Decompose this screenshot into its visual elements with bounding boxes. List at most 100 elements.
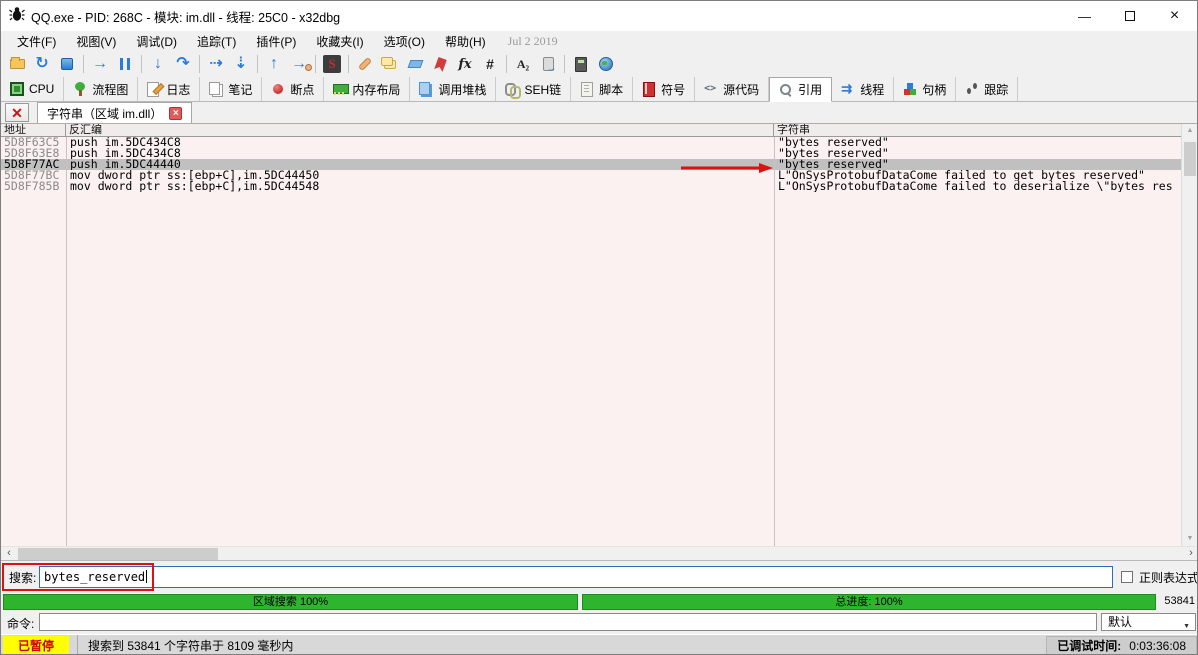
scroll-right-icon[interactable]: › <box>1183 547 1198 561</box>
step-over-button[interactable]: ↷ <box>171 53 195 75</box>
bookmarks-button[interactable] <box>428 53 452 75</box>
tab-graph[interactable]: 流程图 <box>64 77 138 101</box>
tab-cpu[interactable]: CPU <box>1 77 64 101</box>
column-divider[interactable] <box>66 137 67 546</box>
tab-call-stack[interactable]: 调用堆栈 <box>410 77 496 101</box>
tab-source[interactable]: 源代码 <box>695 77 769 101</box>
step-into-button[interactable]: ↓ <box>146 53 170 75</box>
match-highlight: bytes_reserved <box>785 148 882 159</box>
tab-script[interactable]: 脚本 <box>571 77 633 101</box>
debug-time-value: 0:03:36:08 <box>1129 639 1186 653</box>
trace-over-button[interactable]: ⇣ <box>229 53 253 75</box>
close-all-references-button[interactable]: ✕ <box>5 103 29 122</box>
horizontal-scrollbar[interactable]: ‹ › <box>1 546 1198 561</box>
scroll-left-icon[interactable]: ‹ <box>1 547 17 561</box>
tab-label: SEH链 <box>524 81 561 98</box>
match-highlight: bytes_reserved <box>785 137 882 148</box>
vertical-scrollbar-thumb[interactable] <box>1184 142 1196 176</box>
menu-view[interactable]: 视图(V) <box>66 31 126 52</box>
menu-favourites[interactable]: 收藏夹(I) <box>306 31 373 52</box>
tab-seh[interactable]: SEH链 <box>496 77 571 101</box>
label-tag-icon <box>407 60 423 68</box>
close-button[interactable]: × <box>1152 1 1197 31</box>
disasm-cell: mov dword ptr ss:[ebp+C],im.5DC44450 <box>66 170 774 181</box>
column-divider[interactable] <box>774 137 775 546</box>
tab-breakpoints[interactable]: 断点 <box>262 77 324 101</box>
scylla-button[interactable]: S <box>320 53 344 75</box>
tab-memory-map[interactable]: 内存布局 <box>324 77 410 101</box>
command-label: 命令: <box>7 615 34 632</box>
disasm-cell: push im.5DC434C8 <box>66 148 774 159</box>
command-input[interactable] <box>39 613 1097 631</box>
ascii-table-button[interactable]: A₂ <box>511 53 535 75</box>
table-row-selected[interactable]: 5D8F77AC push im.5DC44440 "bytes_reserve… <box>1 159 1183 170</box>
patches-button[interactable] <box>353 53 377 75</box>
toolbar-separator <box>257 55 258 73</box>
pause-button[interactable] <box>113 53 137 75</box>
globe-button[interactable] <box>594 53 618 75</box>
trace-into-icon: ⇢ <box>209 56 222 72</box>
log-page-icon <box>147 82 161 96</box>
symbols-book-icon <box>642 82 656 96</box>
red-x-icon: ✕ <box>11 106 23 120</box>
scroll-up-icon[interactable]: ▲ <box>1182 124 1198 138</box>
functions-button[interactable]: fx <box>453 53 477 75</box>
tab-references[interactable]: 引用 <box>769 77 832 102</box>
close-debuggee-button[interactable] <box>55 53 79 75</box>
regex-checkbox[interactable] <box>1121 571 1133 583</box>
tab-log[interactable]: 日志 <box>138 77 200 101</box>
trace-into-button[interactable]: ⇢ <box>204 53 228 75</box>
calculator-button[interactable] <box>569 53 593 75</box>
labels-button[interactable] <box>403 53 427 75</box>
tab-handles[interactable]: 句柄 <box>894 77 956 101</box>
maximize-button[interactable] <box>1107 1 1152 31</box>
run-button[interactable]: → <box>88 53 112 75</box>
table-row[interactable]: 5D8F77BC mov dword ptr ss:[ebp+C],im.5DC… <box>1 170 1183 181</box>
patch-icon <box>358 57 372 71</box>
table-row[interactable]: 5D8F63E8 push im.5DC434C8 "bytes_reserve… <box>1 148 1183 159</box>
column-header-disassembly[interactable]: 反汇编 <box>66 124 774 136</box>
menu-file[interactable]: 文件(F) <box>7 31 66 52</box>
subtab-close-icon[interactable]: × <box>169 107 182 120</box>
subtab-strings[interactable]: 字符串（区域 im.dll） × <box>37 102 192 123</box>
command-profile-dropdown[interactable]: 默认 ▼ <box>1101 613 1196 631</box>
search-input[interactable]: bytes_reserved <box>39 566 1113 588</box>
menu-trace[interactable]: 追踪(T) <box>187 31 246 52</box>
horizontal-scrollbar-thumb[interactable] <box>18 548 218 560</box>
progress-row: 区域搜索 100% 总进度: 100% 53841 <box>1 593 1198 611</box>
tab-label: 日志 <box>166 81 190 98</box>
table-row[interactable]: 5D8F785B mov dword ptr ss:[ebp+C],im.5DC… <box>1 181 1183 192</box>
scroll-down-icon[interactable]: ▼ <box>1182 532 1198 546</box>
restart-button[interactable]: ↻ <box>30 53 54 75</box>
vertical-scrollbar[interactable]: ▲ ▼ <box>1181 124 1197 546</box>
open-file-button[interactable] <box>5 53 29 75</box>
tab-notes[interactable]: 笔记 <box>200 77 262 101</box>
hash-button[interactable]: # <box>478 53 502 75</box>
tab-trace[interactable]: 跟踪 <box>956 77 1018 101</box>
breakpoint-dot-icon <box>271 82 285 96</box>
open-folder-icon <box>10 59 25 69</box>
comments-button[interactable] <box>378 53 402 75</box>
table-row[interactable]: 5D8F63C5 push im.5DC434C8 "bytes_reserve… <box>1 137 1183 148</box>
menu-debug[interactable]: 调试(D) <box>126 31 187 52</box>
minimize-button[interactable]: — <box>1062 1 1107 31</box>
menu-options[interactable]: 选项(O) <box>374 31 435 52</box>
menu-plugins[interactable]: 插件(P) <box>246 31 306 52</box>
hash-icon: # <box>486 56 494 72</box>
status-message: 搜索到 53841 个字符串于 8109 毫秒内 <box>77 635 1044 655</box>
toolbar-separator <box>506 55 507 73</box>
attach-button[interactable] <box>536 53 560 75</box>
regex-checkbox-label[interactable]: 正则表达式 <box>1139 569 1198 586</box>
execute-till-return-button[interactable]: ↑ <box>262 53 286 75</box>
menu-help[interactable]: 帮助(H) <box>435 31 496 52</box>
run-to-user-code-button[interactable]: → <box>287 53 311 75</box>
status-bar: 已暂停 搜索到 53841 个字符串于 8109 毫秒内 已调试时间: 0:03… <box>1 634 1198 655</box>
tab-symbols[interactable]: 符号 <box>633 77 695 101</box>
tab-label: 脚本 <box>599 81 623 98</box>
toolbar: ↻ → ↓ ↷ ⇢ ⇣ ↑ → S fx # A₂ <box>1 51 1197 77</box>
tab-threads[interactable]: 线程 <box>832 77 894 101</box>
attach-device-icon <box>543 57 554 71</box>
column-header-address[interactable]: 地址 <box>1 124 66 136</box>
column-header-string[interactable]: 字符串 <box>774 124 1183 136</box>
ascii-icon: A₂ <box>517 57 529 72</box>
